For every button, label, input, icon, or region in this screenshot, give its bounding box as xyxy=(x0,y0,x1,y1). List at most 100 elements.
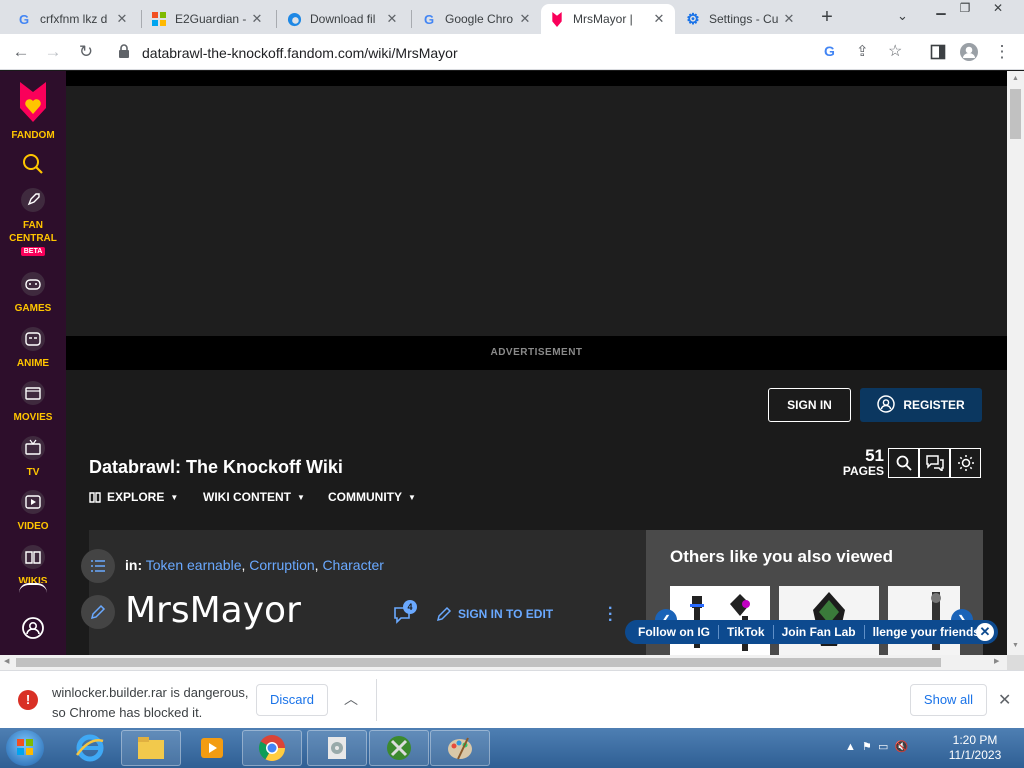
social-fan-lab[interactable]: Join Fan Lab xyxy=(774,625,865,639)
tab-1[interactable]: G crfxfnm lkz d ✕ xyxy=(8,4,138,34)
rail-item-tv[interactable]: TV xyxy=(0,435,66,478)
close-window-button[interactable]: ✕ xyxy=(983,0,1013,18)
category-link[interactable]: Character xyxy=(322,557,383,573)
user-account-icon[interactable] xyxy=(21,616,45,645)
social-follow-ig[interactable]: Follow on IG xyxy=(625,625,719,639)
rail-item-movies[interactable]: MOVIES xyxy=(0,380,66,423)
others-viewed-title: Others like you also viewed xyxy=(670,547,893,566)
category-link[interactable]: Corruption xyxy=(249,557,314,573)
category-link[interactable]: Token earnable xyxy=(146,557,242,573)
rail-item-games[interactable]: GAMES xyxy=(0,271,66,314)
search-button[interactable] xyxy=(0,151,66,177)
chevron-down-icon: ▼ xyxy=(408,492,416,502)
new-tab-button[interactable]: + xyxy=(817,6,837,28)
tab-close-icon[interactable]: ✕ xyxy=(249,11,265,27)
tab-close-icon[interactable]: ✕ xyxy=(651,11,667,27)
rail-item-wikis[interactable]: WIKIS xyxy=(0,544,66,587)
wiki-search-button[interactable] xyxy=(888,448,919,478)
social-tiktok[interactable]: TikTok xyxy=(719,625,774,639)
scroll-left-arrow-icon[interactable]: ◀ xyxy=(4,657,9,665)
tab-close-icon[interactable]: ✕ xyxy=(517,11,533,27)
edit-pencil-button[interactable] xyxy=(81,595,115,629)
sign-in-to-edit-button[interactable]: SIGN IN TO EDIT xyxy=(436,606,553,622)
chevron-up-icon[interactable]: ︿ xyxy=(344,689,358,709)
tab-6[interactable]: ⚙ Settings - Cu ✕ xyxy=(677,4,805,34)
nav-wiki-content[interactable]: WIKI CONTENT ▼ xyxy=(203,490,305,504)
paint-app-icon[interactable] xyxy=(430,730,490,766)
rail-item-fan-central[interactable]: FAN CENTRAL BETA xyxy=(0,187,66,256)
rail-item-anime[interactable]: ANIME xyxy=(0,326,66,369)
scroll-right-arrow-icon[interactable]: ▶ xyxy=(994,657,999,665)
horizontal-scroll-thumb[interactable] xyxy=(16,658,941,667)
page-content: ADVERTISEMENT SIGN IN REGISTER Databrawl… xyxy=(66,71,1007,655)
categories-list-icon[interactable] xyxy=(81,549,115,583)
vertical-scrollbar[interactable]: ▲ ▼ xyxy=(1007,71,1024,655)
gamepad-icon xyxy=(20,271,46,297)
tab-3[interactable]: Download fil ✕ xyxy=(278,4,408,34)
horizontal-scrollbar[interactable]: ◀ ▶ xyxy=(0,655,1007,670)
fandom-logo[interactable]: FANDOM xyxy=(0,79,66,141)
discard-button[interactable]: Discard xyxy=(256,684,328,716)
tab-close-icon[interactable]: ✕ xyxy=(384,11,400,27)
play-icon xyxy=(20,489,46,515)
profile-avatar-icon[interactable] xyxy=(957,40,981,64)
tab-close-icon[interactable]: ✕ xyxy=(114,11,130,27)
fandom-icon xyxy=(549,11,565,27)
chrome-menu-icon[interactable]: ⋮ xyxy=(990,40,1014,64)
tab-title: Download fil xyxy=(310,12,376,26)
download-message: winlocker.builder.rar is dangerous, so C… xyxy=(52,683,249,723)
nav-community[interactable]: COMMUNITY ▼ xyxy=(328,490,416,504)
close-icon[interactable]: ✕ xyxy=(976,623,994,641)
start-button[interactable] xyxy=(6,730,44,766)
reload-button[interactable]: ↻ xyxy=(74,40,98,64)
tab-2[interactable]: E2Guardian - ✕ xyxy=(143,4,273,34)
theme-toggle-button[interactable] xyxy=(950,448,981,478)
search-icon xyxy=(896,455,912,471)
sign-in-button[interactable]: SIGN IN xyxy=(768,388,851,422)
scroll-up-arrow-icon[interactable]: ▲ xyxy=(1012,75,1019,82)
page-title: MrsMayor xyxy=(125,590,301,631)
google-lens-icon[interactable]: G xyxy=(824,43,835,59)
file-explorer-icon[interactable] xyxy=(121,730,181,766)
tab-close-icon[interactable]: ✕ xyxy=(781,11,797,27)
social-banner: Follow on IG TikTok Join Fan Lab llenge … xyxy=(625,620,998,644)
nav-explore[interactable]: EXPLORE ▼ xyxy=(89,490,178,504)
windows-icon xyxy=(151,11,167,27)
back-button[interactable]: ← xyxy=(9,40,33,64)
advertisement-slot xyxy=(66,86,1007,336)
google-icon: G xyxy=(18,11,30,27)
more-actions-icon[interactable]: · · · xyxy=(608,601,613,629)
address-bar[interactable]: databrawl-the-knockoff.fandom.com/wiki/M… xyxy=(108,38,920,66)
disc-app-icon[interactable] xyxy=(307,730,367,766)
register-button[interactable]: REGISTER xyxy=(860,388,982,422)
xbox-app-icon[interactable] xyxy=(369,730,429,766)
rail-item-video[interactable]: VIDEO xyxy=(0,489,66,532)
taskbar-clock[interactable]: 1:20 PM 11/1/2023 xyxy=(940,733,1010,763)
system-tray-icons[interactable]: ▲ ⚑ ▭ 🔇 xyxy=(845,740,908,753)
pages-count-label: PAGES xyxy=(842,464,884,478)
show-all-downloads-button[interactable]: Show all xyxy=(910,684,987,716)
restore-button[interactable]: ❐ xyxy=(950,0,980,18)
tab-5-active[interactable]: MrsMayor | ✕ xyxy=(541,4,675,34)
categories-line: in: Token earnable, Corruption, Characte… xyxy=(125,557,384,573)
rocket-icon xyxy=(20,187,46,213)
close-icon[interactable]: ✕ xyxy=(998,690,1011,710)
media-player-icon[interactable] xyxy=(182,730,242,766)
social-challenge[interactable]: llenge your friends! xyxy=(865,625,992,639)
chrome-taskbar-icon[interactable] xyxy=(242,730,302,766)
explore-book-icon xyxy=(89,491,101,503)
sign-in-to-edit-label: SIGN IN TO EDIT xyxy=(458,607,554,621)
side-panel-icon[interactable] xyxy=(926,40,950,64)
share-icon[interactable]: ⇪ xyxy=(856,42,869,60)
book-icon xyxy=(20,544,46,570)
forward-button[interactable]: → xyxy=(41,40,65,64)
rail-item-label: MOVIES xyxy=(13,412,53,423)
discussions-button[interactable] xyxy=(919,448,950,478)
internet-explorer-icon[interactable] xyxy=(60,730,120,766)
bookmark-star-icon[interactable]: ☆ xyxy=(888,41,902,61)
scroll-down-arrow-icon[interactable]: ▼ xyxy=(1012,642,1019,649)
vertical-scroll-thumb[interactable] xyxy=(1010,89,1021,139)
wiki-title[interactable]: Databrawl: The Knockoff Wiki xyxy=(89,457,343,478)
tab-4[interactable]: G Google Chro ✕ xyxy=(413,4,541,34)
tab-search-button[interactable]: ⌄ xyxy=(897,8,908,24)
